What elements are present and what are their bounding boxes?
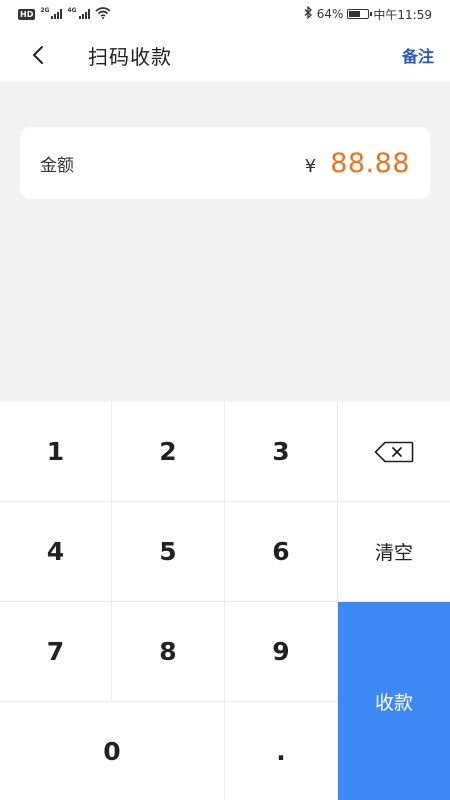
key-5[interactable]: 5 [112,502,225,602]
note-button[interactable]: 备注 [402,43,434,67]
amount-card[interactable]: 金额 ¥ 88.88 [20,127,430,199]
network-2g-label: 2G [40,6,50,14]
key-6[interactable]: 6 [225,502,338,602]
network-4g-label: 4G [67,6,77,14]
nav-bar: 扫码收款 备注 [0,28,450,82]
bluetooth-icon [304,5,313,22]
battery-percent: 64% [316,7,344,21]
battery-icon [347,9,373,19]
backspace-button[interactable] [338,402,450,502]
key-8[interactable]: 8 [112,602,225,702]
key-7[interactable]: 7 [0,602,112,702]
clear-button[interactable]: 清空 [338,502,450,602]
currency-symbol: ¥ [304,155,317,177]
numeric-keypad: 1 2 3 4 5 6 清空 7 8 9 0 . 收款 [0,402,450,800]
key-2[interactable]: 2 [112,402,225,502]
key-3[interactable]: 3 [225,402,338,502]
signal-icon [51,9,63,19]
wifi-icon [95,6,111,22]
amount-label: 金额 [40,155,74,176]
key-decimal-point[interactable]: . [225,702,338,800]
amount-display: ¥ 88.88 [305,148,410,179]
page-title: 扫码收款 [88,44,172,69]
back-button[interactable] [18,35,58,75]
key-0[interactable]: 0 [0,702,225,800]
status-right: 64% 中午11:59 [304,5,450,23]
signal-icon [78,9,90,19]
status-left: HD 2G 4G [0,7,111,22]
chevron-left-icon [33,46,43,64]
key-1[interactable]: 1 [0,402,112,502]
key-4[interactable]: 4 [0,502,112,602]
hd-icon: HD [18,8,36,20]
clock-time: 中午11:59 [373,7,432,22]
backspace-icon [374,441,414,462]
status-bar: HD 2G 4G 64% 中午11:59 [0,0,450,28]
battery-level [349,11,361,17]
amount-value: 88.88 [330,147,410,179]
key-9[interactable]: 9 [225,602,338,702]
collect-payment-button[interactable]: 收款 [338,602,450,800]
